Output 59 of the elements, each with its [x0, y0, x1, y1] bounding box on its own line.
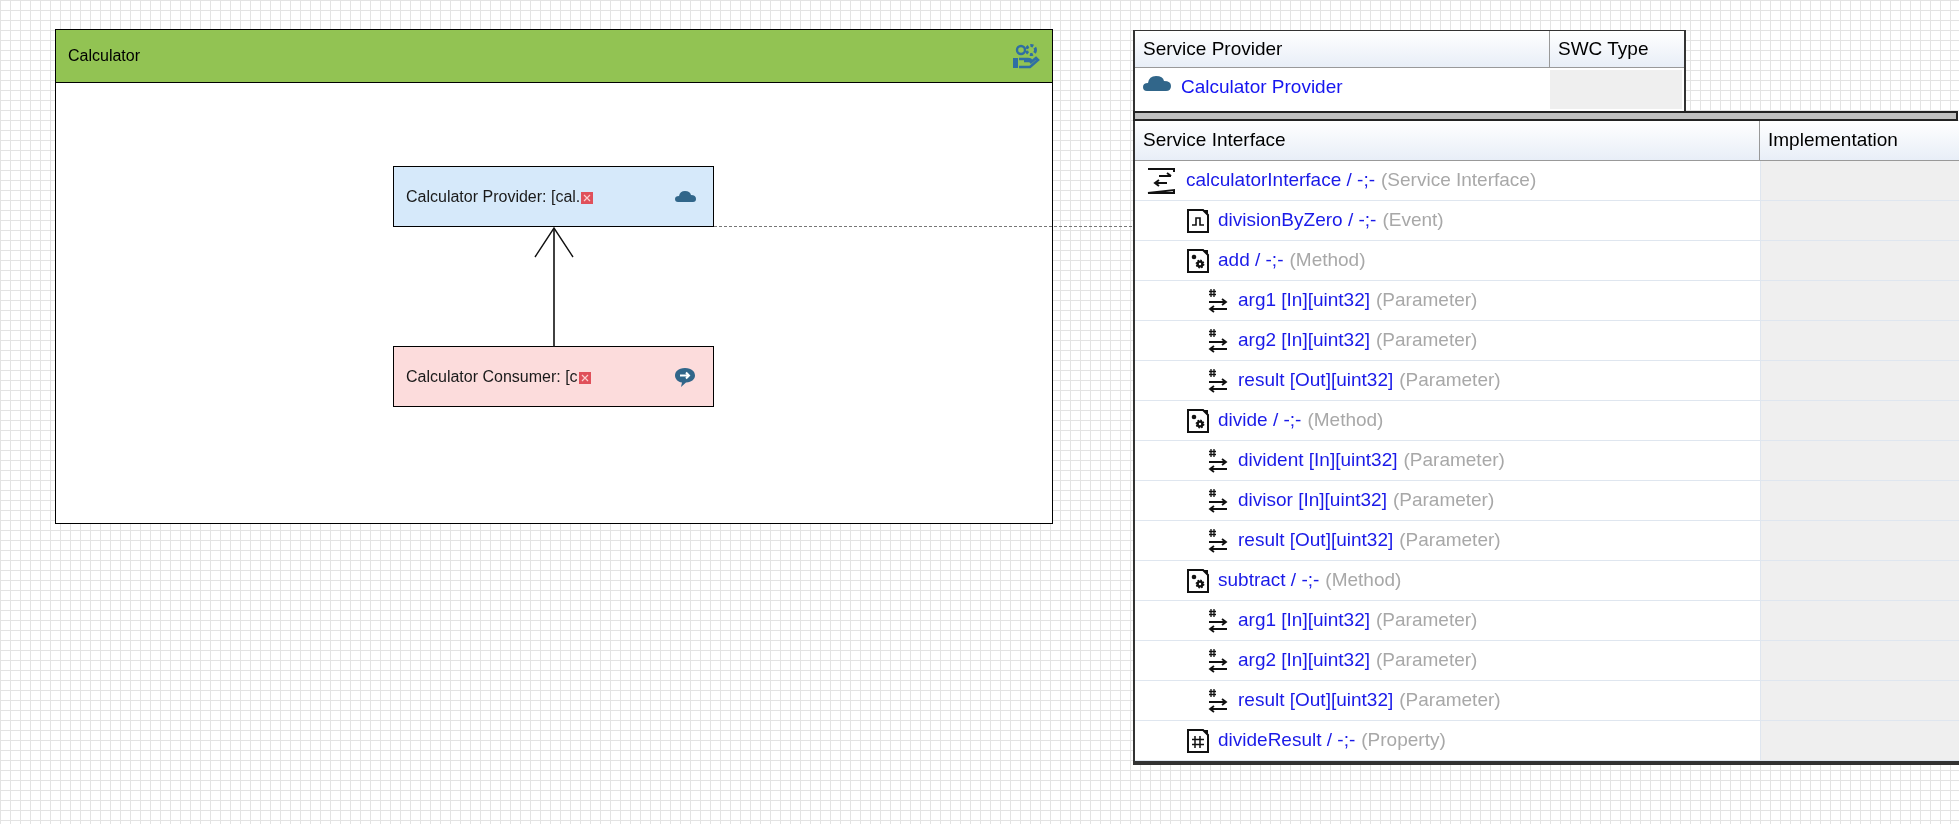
- interface-icon: [1147, 167, 1177, 194]
- member-name[interactable]: divident [In][uint32]: [1238, 446, 1398, 475]
- member-name[interactable]: subtract / -;-: [1218, 566, 1320, 595]
- member-type: (Parameter): [1376, 288, 1478, 313]
- gear-hand-icon: [1012, 43, 1040, 69]
- hash-document-icon: [1187, 728, 1209, 753]
- member-type: (Method): [1289, 248, 1366, 273]
- parameter-arrows-icon: [1207, 367, 1229, 394]
- member-name[interactable]: result [Out][uint32]: [1238, 526, 1394, 555]
- error-icon: [581, 192, 594, 204]
- member-type: (Parameter): [1376, 648, 1478, 673]
- member-name[interactable]: divisor [In][uint32]: [1238, 486, 1387, 515]
- speech-arrow-icon: [674, 365, 697, 388]
- column-header[interactable]: Service Interface: [1135, 121, 1760, 160]
- parameter-arrows-icon: [1207, 327, 1229, 354]
- provider-name[interactable]: Calculator Provider: [1181, 73, 1343, 102]
- member-type: (Parameter): [1376, 328, 1478, 353]
- member-name[interactable]: divideResult / -;-: [1218, 726, 1356, 755]
- member-name[interactable]: divisionByZero / -;-: [1218, 206, 1377, 235]
- member-type: (Method): [1325, 568, 1402, 593]
- member-name[interactable]: divide / -;-: [1218, 406, 1302, 435]
- component-label: Calculator Provider: [cal.: [406, 186, 581, 207]
- member-name[interactable]: arg1 [In][uint32]: [1238, 286, 1371, 315]
- component-label: Calculator Consumer: [c: [406, 366, 578, 387]
- column-header[interactable]: Implementation: [1760, 121, 1959, 160]
- member-name[interactable]: calculatorInterface / -;-: [1186, 166, 1376, 195]
- splitter-bar[interactable]: [1133, 111, 1958, 121]
- member-type: (Service Interface): [1381, 168, 1537, 193]
- member-name[interactable]: result [Out][uint32]: [1238, 366, 1394, 395]
- member-type: (Event): [1382, 208, 1444, 233]
- member-type: (Method): [1307, 408, 1384, 433]
- column-header[interactable]: Service Provider: [1135, 31, 1550, 67]
- cloud-icon: [1143, 73, 1173, 94]
- member-name[interactable]: arg2 [In][uint32]: [1238, 326, 1371, 355]
- error-icon: [578, 372, 591, 384]
- parameter-arrows-icon: [1207, 647, 1229, 674]
- member-type: (Parameter): [1392, 488, 1495, 513]
- member-name[interactable]: arg1 [In][uint32]: [1238, 606, 1371, 635]
- member-type: (Property): [1361, 728, 1446, 753]
- parameter-arrows-icon: [1207, 687, 1229, 714]
- member-type: (Parameter): [1403, 448, 1505, 473]
- gear-document-icon: [1187, 408, 1209, 433]
- package-title: Calculator: [68, 46, 141, 66]
- member-type: (Parameter): [1399, 688, 1501, 713]
- member-name[interactable]: result [Out][uint32]: [1238, 686, 1394, 715]
- member-type: (Parameter): [1399, 368, 1501, 393]
- parameter-arrows-icon: [1207, 447, 1229, 474]
- member-type: (Parameter): [1376, 608, 1478, 633]
- parameter-arrows-icon: [1207, 607, 1229, 634]
- gear-document-icon: [1187, 248, 1209, 273]
- gear-document-icon: [1187, 568, 1209, 593]
- member-name[interactable]: add / -;-: [1218, 246, 1284, 275]
- column-header[interactable]: SWC Type: [1550, 31, 1684, 67]
- parameter-arrows-icon: [1207, 527, 1229, 554]
- event-icon: [1187, 208, 1209, 233]
- member-name[interactable]: arg2 [In][uint32]: [1238, 646, 1371, 675]
- parameter-arrows-icon: [1207, 487, 1229, 514]
- parameter-arrows-icon: [1207, 287, 1229, 314]
- member-type: (Parameter): [1399, 528, 1501, 553]
